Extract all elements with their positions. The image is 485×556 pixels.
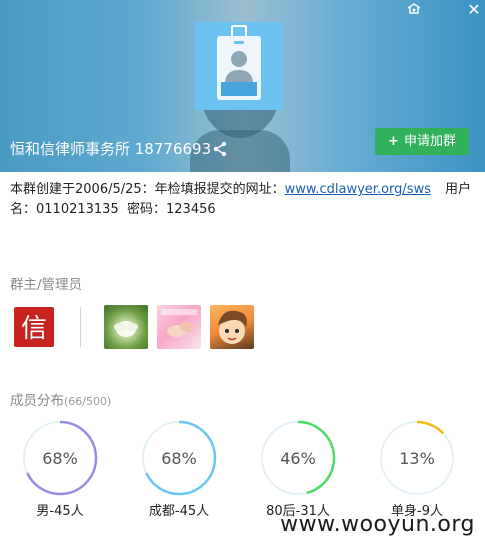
id-badge-icon [217,25,261,100]
watermark: www.wooyun.org [280,512,475,537]
plus-icon: + [388,134,399,149]
admin-avatar-hands[interactable] [157,305,201,349]
desc-prefix: 本群创建于2006/5/25：年检填报提交的网址： [10,182,285,197]
stat-gender-label: 男-45人 [36,504,84,519]
password-label: 密码： [127,202,167,217]
apply-join-label: 申请加群 [403,134,456,149]
distribution-title: 成员分布 [10,393,64,409]
distribution-section-title: 成员分布(66/500) [10,389,111,409]
desc-suffix: 用户 [444,182,471,197]
username-label: 名： [10,202,37,217]
group-name: 恒和信律师事务所 18776693 [10,140,212,158]
stat-gender-pct: 68% [42,449,78,468]
admins-section-title: 群主/管理员 [10,277,83,293]
member-count: (66/500) [64,395,112,408]
group-url-link[interactable]: www.cdlawyer.org/sws [285,182,431,197]
admin-avatar-cartoon[interactable] [210,305,254,349]
admin-avatar-lotus[interactable] [104,305,148,349]
group-avatar [195,22,283,110]
apply-join-button[interactable]: + 申请加群 [375,128,469,155]
username-value: 0110213135 [36,202,119,217]
stat-single-pct: 13% [399,449,435,468]
stat-single: 13% 单身-9人 [377,420,457,519]
stat-age-pct: 46% [280,449,316,468]
stat-age: 46% 80后-31人 [258,420,338,519]
stat-location: 68% 成都-45人 [139,420,219,519]
close-icon[interactable]: ✕ [465,2,483,18]
password-value: 123456 [166,202,216,217]
owner-seal-glyph: 信 [21,314,47,344]
stat-gender: 68% 男-45人 [20,420,100,519]
share-icon[interactable] [212,141,228,157]
stat-location-label: 成都-45人 [148,504,210,519]
owner-avatar[interactable]: 信 [12,305,56,349]
group-header-banner: ✕ 恒和信律师事务所 18776693 + 申请加群 [0,0,485,172]
skin-icon[interactable] [405,2,423,18]
group-description: 本群创建于2006/5/25：年检填报提交的网址：www.cdlawyer.or… [10,180,478,220]
admin-divider [80,307,81,347]
stat-location-pct: 68% [161,449,197,468]
